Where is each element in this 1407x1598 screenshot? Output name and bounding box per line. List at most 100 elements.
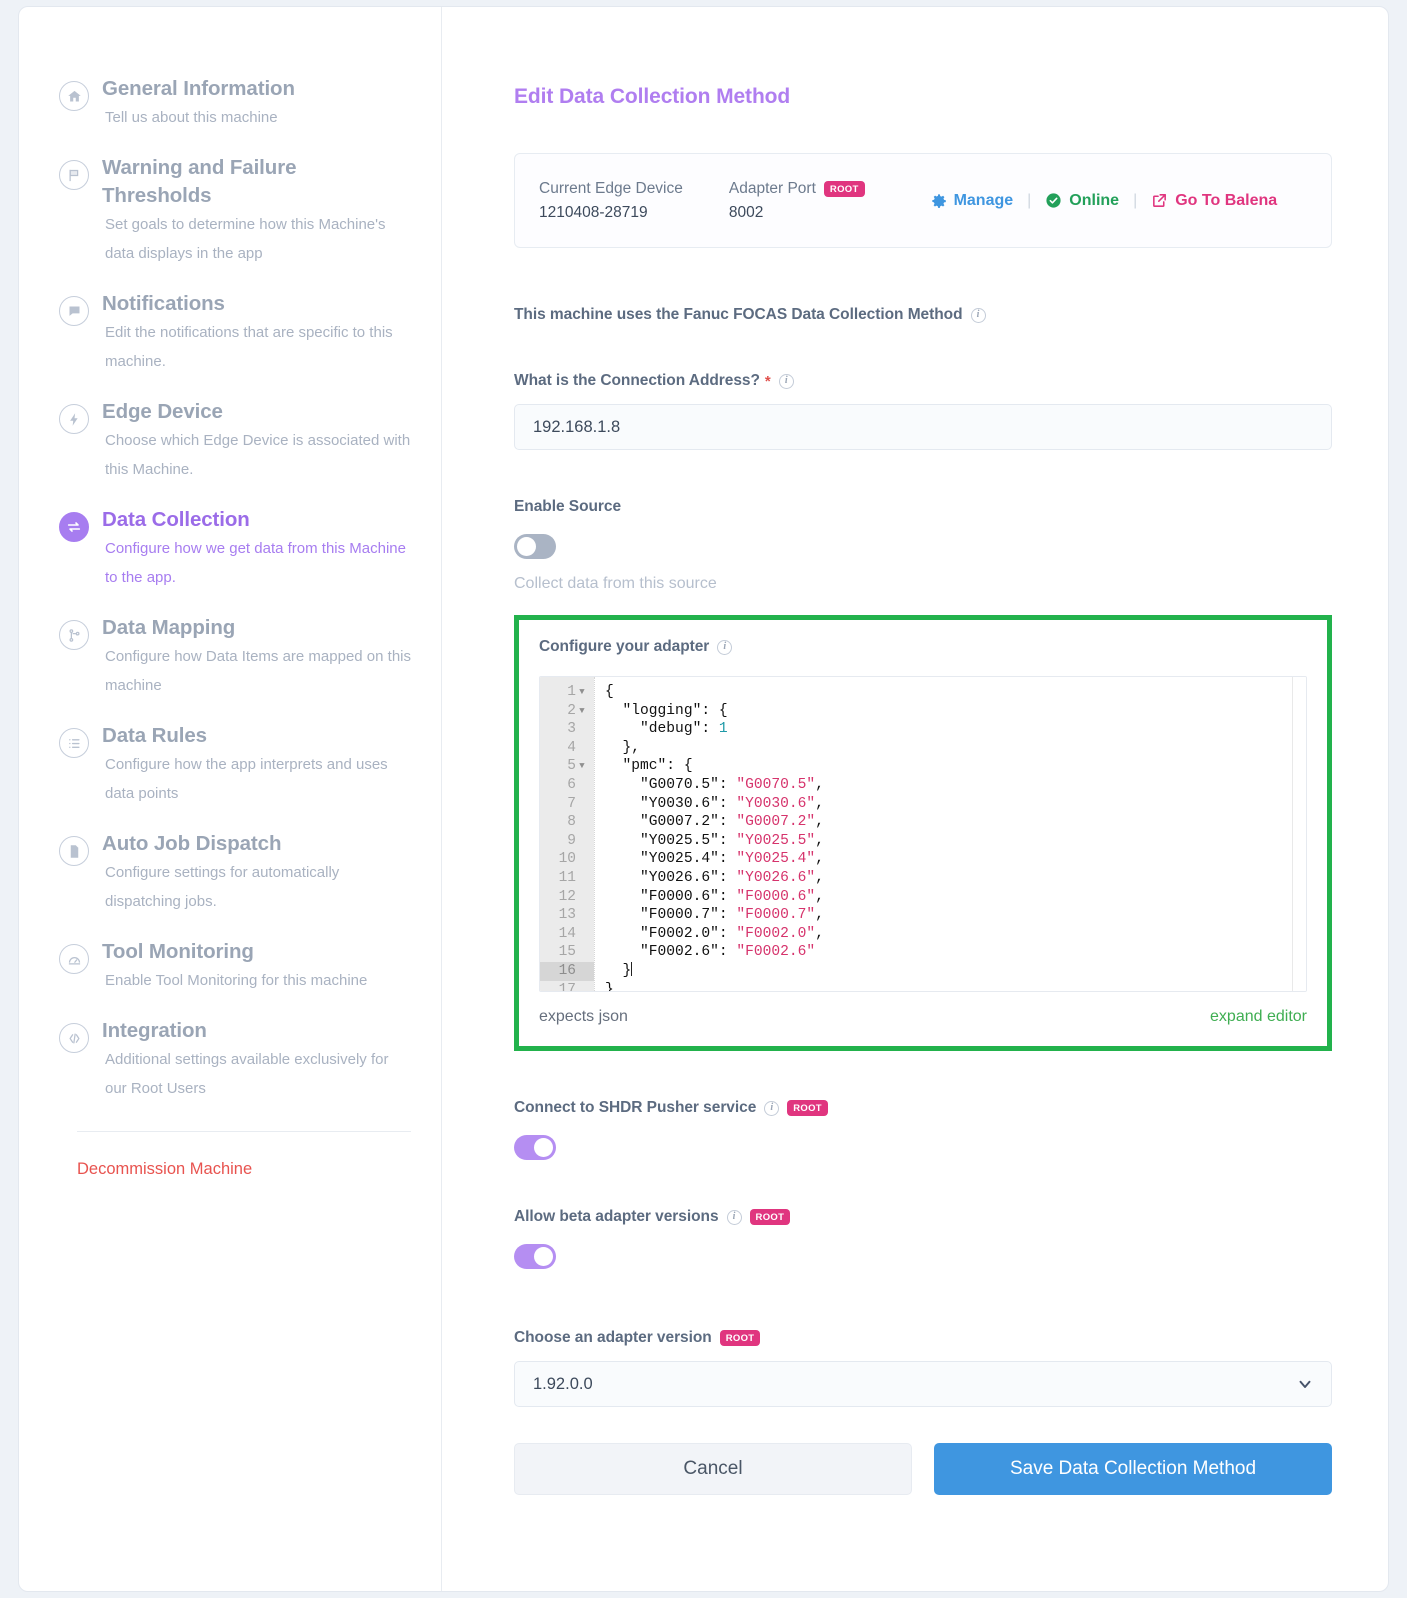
editor-line-number: 14: [540, 925, 594, 944]
lightning-bolt-icon: [59, 404, 89, 434]
sidebar-item-title: Integration: [102, 1019, 207, 1042]
editor-code-line: "F0002.0": "F0002.0",: [605, 925, 1306, 944]
sidebar-item-auto-job-dispatch[interactable]: Auto Job Dispatch Configure settings for…: [19, 830, 441, 916]
sidebar-item-data-collection[interactable]: Data Collection Configure how we get dat…: [19, 506, 441, 592]
manage-link[interactable]: Manage: [931, 192, 1014, 210]
expand-editor-link[interactable]: expand editor: [1210, 1008, 1307, 1026]
editor-line-number: 4: [540, 739, 594, 758]
adapter-json-editor[interactable]: 1▼2▼345▼67891011121314151617 { "logging"…: [539, 676, 1307, 992]
info-icon[interactable]: i: [764, 1101, 779, 1116]
device-actions: Manage | Online | Go To Balena: [931, 192, 1278, 210]
editor-code-line: "logging": {: [605, 702, 1306, 721]
code-token: ,: [815, 926, 824, 942]
editor-code-line: "G0007.2": "G0007.2",: [605, 813, 1306, 832]
form-action-buttons: Cancel Save Data Collection Method: [514, 1443, 1332, 1555]
sidebar-item-tool-monitoring[interactable]: Tool Monitoring Enable Tool Monitoring f…: [19, 938, 441, 995]
action-separator: |: [1133, 192, 1137, 210]
data-collection-method-note-text: This machine uses the Fanuc FOCAS Data C…: [514, 306, 963, 324]
sidebar-item-edge-device[interactable]: Edge Device Choose which Edge Device is …: [19, 398, 441, 484]
go-to-balena-label: Go To Balena: [1175, 192, 1277, 210]
editor-line-number: 7: [540, 795, 594, 814]
code-token: "F0002.0":: [605, 926, 736, 942]
editor-code-line: "pmc": {: [605, 757, 1306, 776]
code-token: ,: [815, 851, 824, 867]
code-token: "Y0025.4":: [605, 851, 736, 867]
info-icon[interactable]: i: [717, 640, 732, 655]
root-badge: ROOT: [824, 181, 865, 197]
check-circle-icon: [1045, 192, 1062, 209]
sidebar-item-title: Data Collection: [102, 508, 250, 531]
code-token: "F0000.7": [736, 907, 815, 923]
editor-code-line: "F0002.6": "F0002.6": [605, 943, 1306, 962]
fold-arrow-icon[interactable]: ▼: [576, 757, 588, 776]
editor-code-line: "Y0026.6": "Y0026.6",: [605, 869, 1306, 888]
save-data-collection-method-button[interactable]: Save Data Collection Method: [934, 1443, 1332, 1495]
sidebar-item-title: Edge Device: [102, 400, 223, 423]
beta-adapter-label: Allow beta adapter versions i ROOT: [514, 1208, 1332, 1226]
code-token: "G0007.2":: [605, 814, 736, 830]
enable-source-label: Enable Source: [514, 498, 1332, 516]
sidebar-item-title: Data Mapping: [102, 616, 235, 639]
fold-arrow-icon[interactable]: ▼: [576, 683, 588, 702]
sidebar-item-title: General Information: [102, 77, 295, 100]
code-token: "Y0025.5": [736, 833, 815, 849]
sidebar-divider: [77, 1131, 411, 1132]
editor-line-number: 3: [540, 720, 594, 739]
sidebar-item-general-information[interactable]: General Information Tell us about this m…: [19, 75, 441, 132]
adapter-port-label-text: Adapter Port: [729, 177, 816, 201]
flag-icon: [59, 160, 89, 190]
sidebar-item-notifications[interactable]: Notifications Edit the notifications tha…: [19, 290, 441, 376]
info-icon[interactable]: i: [971, 308, 986, 323]
sidebar-item-desc: Enable Tool Monitoring for this machine: [102, 966, 411, 995]
beta-adapter-label-text: Allow beta adapter versions: [514, 1208, 719, 1226]
sidebar-item-data-mapping[interactable]: Data Mapping Configure how Data Items ar…: [19, 614, 441, 700]
data-collection-panel: Edit Data Collection Method Current Edge…: [442, 7, 1389, 1591]
code-token: {: [605, 684, 614, 700]
code-token: "Y0026.6":: [605, 870, 736, 886]
go-to-balena-link[interactable]: Go To Balena: [1151, 192, 1277, 210]
shdr-pusher-toggle[interactable]: [514, 1135, 556, 1160]
editor-code-line: "Y0030.6": "Y0030.6",: [605, 795, 1306, 814]
code-token: "F0000.7":: [605, 907, 736, 923]
code-token: "pmc": {: [605, 758, 693, 774]
editor-code-line: }: [605, 981, 1306, 993]
editor-line-number: 9: [540, 832, 594, 851]
fold-arrow-icon[interactable]: ▼: [576, 702, 588, 721]
info-icon[interactable]: i: [727, 1210, 742, 1225]
root-badge: ROOT: [787, 1100, 828, 1116]
sidebar-item-integration[interactable]: Integration Additional settings availabl…: [19, 1017, 441, 1103]
editor-code-line: "Y0025.5": "Y0025.5",: [605, 832, 1306, 851]
info-icon[interactable]: i: [779, 374, 794, 389]
sidebar-item-desc: Choose which Edge Device is associated w…: [102, 426, 411, 484]
connection-address-input[interactable]: [514, 404, 1332, 450]
configure-adapter-label: Configure your adapter i: [539, 638, 1307, 656]
beta-adapter-field-block: Allow beta adapter versions i ROOT: [514, 1208, 1332, 1269]
enable-source-toggle[interactable]: [514, 534, 556, 559]
sidebar-item-warning-and-failure-thresholds[interactable]: Warning and Failure Thresholds Set goals…: [19, 154, 441, 268]
adapter-version-select[interactable]: 1.92.0.0: [514, 1361, 1332, 1407]
toggle-knob: [534, 1247, 553, 1266]
sidebar-item-data-rules[interactable]: Data Rules Configure how the app interpr…: [19, 722, 441, 808]
editor-line-number: 5▼: [540, 757, 594, 776]
editor-vertical-scrollbar[interactable]: [1292, 677, 1306, 991]
code-token: },: [605, 740, 640, 756]
adapter-port-value: 8002: [729, 201, 865, 225]
git-branch-icon: [59, 620, 89, 650]
sidebar-item-title: Tool Monitoring: [102, 940, 254, 963]
code-token: "logging": {: [605, 703, 728, 719]
shdr-pusher-label: Connect to SHDR Pusher service i ROOT: [514, 1099, 1332, 1117]
sidebar-item-title: Data Rules: [102, 724, 207, 747]
code-token: "F0002.6":: [605, 944, 736, 960]
root-badge: ROOT: [750, 1209, 791, 1225]
device-status-label: Online: [1069, 192, 1119, 210]
adapter-version-value: 1.92.0.0: [533, 1375, 593, 1394]
sidebar-item-desc: Additional settings available exclusivel…: [102, 1045, 411, 1103]
beta-adapter-toggle[interactable]: [514, 1244, 556, 1269]
decommission-machine-link[interactable]: Decommission Machine: [19, 1160, 441, 1179]
editor-footer: expects json expand editor: [539, 1008, 1307, 1026]
cancel-button[interactable]: Cancel: [514, 1443, 912, 1495]
editor-line-number: 10: [540, 850, 594, 869]
editor-line-number: 11: [540, 869, 594, 888]
code-token: ,: [815, 814, 824, 830]
editor-code-area[interactable]: { "logging": { "debug": 1 }, "pmc": { "G…: [594, 677, 1306, 991]
